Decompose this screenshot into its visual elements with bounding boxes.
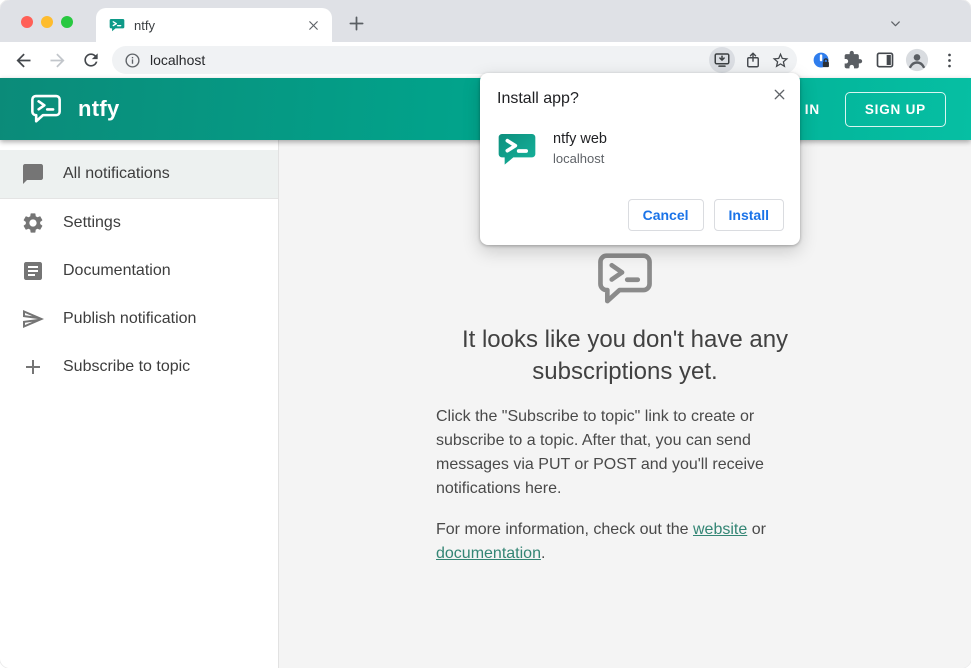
website-link[interactable]: website [693,521,747,538]
article-icon [21,259,45,283]
sign-up-button[interactable]: SIGN UP [844,91,946,127]
tab-close-icon[interactable] [304,16,322,34]
side-panel-icon[interactable] [869,45,901,75]
forward-button[interactable] [40,45,74,75]
browser-menu-icon[interactable] [933,45,965,75]
empty-state-more-info: For more information, check out the webs… [436,518,814,566]
sidebar-item-label: All notifications [63,165,170,182]
install-app-icon[interactable] [709,47,735,73]
chat-bubble-icon [21,162,45,186]
dialog-actions: Cancel Install [627,199,784,231]
browser-window: ntfy localhost ntfy IN SIGN UP All notif… [0,0,971,668]
traffic-lights [21,16,73,28]
tab-title: ntfy [134,17,155,33]
url-text[interactable]: localhost [150,52,709,68]
brand-name: ntfy [78,96,120,121]
sidebar-item-publish-notification[interactable]: Publish notification [0,295,278,343]
sidebar: All notifications Settings Documentation [0,140,279,668]
address-bar[interactable]: localhost [112,46,797,74]
reload-button[interactable] [74,45,108,75]
dialog-close-icon[interactable] [768,83,790,105]
cancel-button[interactable]: Cancel [627,199,704,231]
sidebar-item-documentation[interactable]: Documentation [0,247,278,295]
share-icon[interactable] [744,51,762,69]
more-info-suffix: . [540,545,546,562]
sidebar-item-settings[interactable]: Settings [0,199,278,247]
empty-state-title: It looks like you don't have any subscri… [461,326,789,385]
sidebar-item-subscribe-to-topic[interactable]: Subscribe to topic [0,343,278,391]
dialog-title: Install app? [497,90,579,107]
sidebar-item-label: Settings [63,214,121,231]
ntfy-favicon-icon [109,17,125,33]
toolbar-right-cluster [805,45,965,75]
close-window-button[interactable] [21,16,33,28]
sidebar-item-label: Publish notification [63,310,197,327]
documentation-link[interactable]: documentation [436,545,541,562]
omnibox-actions [709,47,790,73]
privacy-extension-icon[interactable] [805,45,837,75]
sidebar-item-label: Documentation [63,262,171,279]
ntfy-logo-icon [29,94,63,124]
dialog-app-row: ntfy web localhost [497,129,784,169]
more-info-separator: or [747,521,766,538]
dialog-app-origin: localhost [553,151,605,166]
minimize-window-button[interactable] [41,16,53,28]
sidebar-item-all-notifications[interactable]: All notifications [0,150,278,198]
empty-state-paragraph: Click the "Subscribe to topic" link to c… [436,408,764,497]
install-button[interactable]: Install [713,199,784,231]
browser-tab[interactable]: ntfy [96,8,332,42]
install-app-dialog: Install app? ntfy web localhost Cancel I… [480,73,800,245]
extensions-puzzle-icon[interactable] [837,45,869,75]
back-button[interactable] [6,45,40,75]
more-info-prefix: For more information, check out the [436,521,693,538]
send-icon [21,307,45,331]
maximize-window-button[interactable] [61,16,73,28]
bookmark-star-icon[interactable] [771,51,790,70]
tab-search-chevron-icon[interactable] [886,14,904,32]
profile-avatar[interactable] [901,45,933,75]
plus-icon [21,355,45,379]
site-info-icon[interactable] [124,52,141,69]
gear-icon [21,211,45,235]
new-tab-button[interactable] [344,11,368,35]
ntfy-app-icon [497,129,537,169]
ntfy-terminal-icon [595,252,655,306]
sidebar-item-label: Subscribe to topic [63,358,191,375]
dialog-app-name: ntfy web [553,131,607,147]
tab-strip: ntfy [0,0,971,42]
